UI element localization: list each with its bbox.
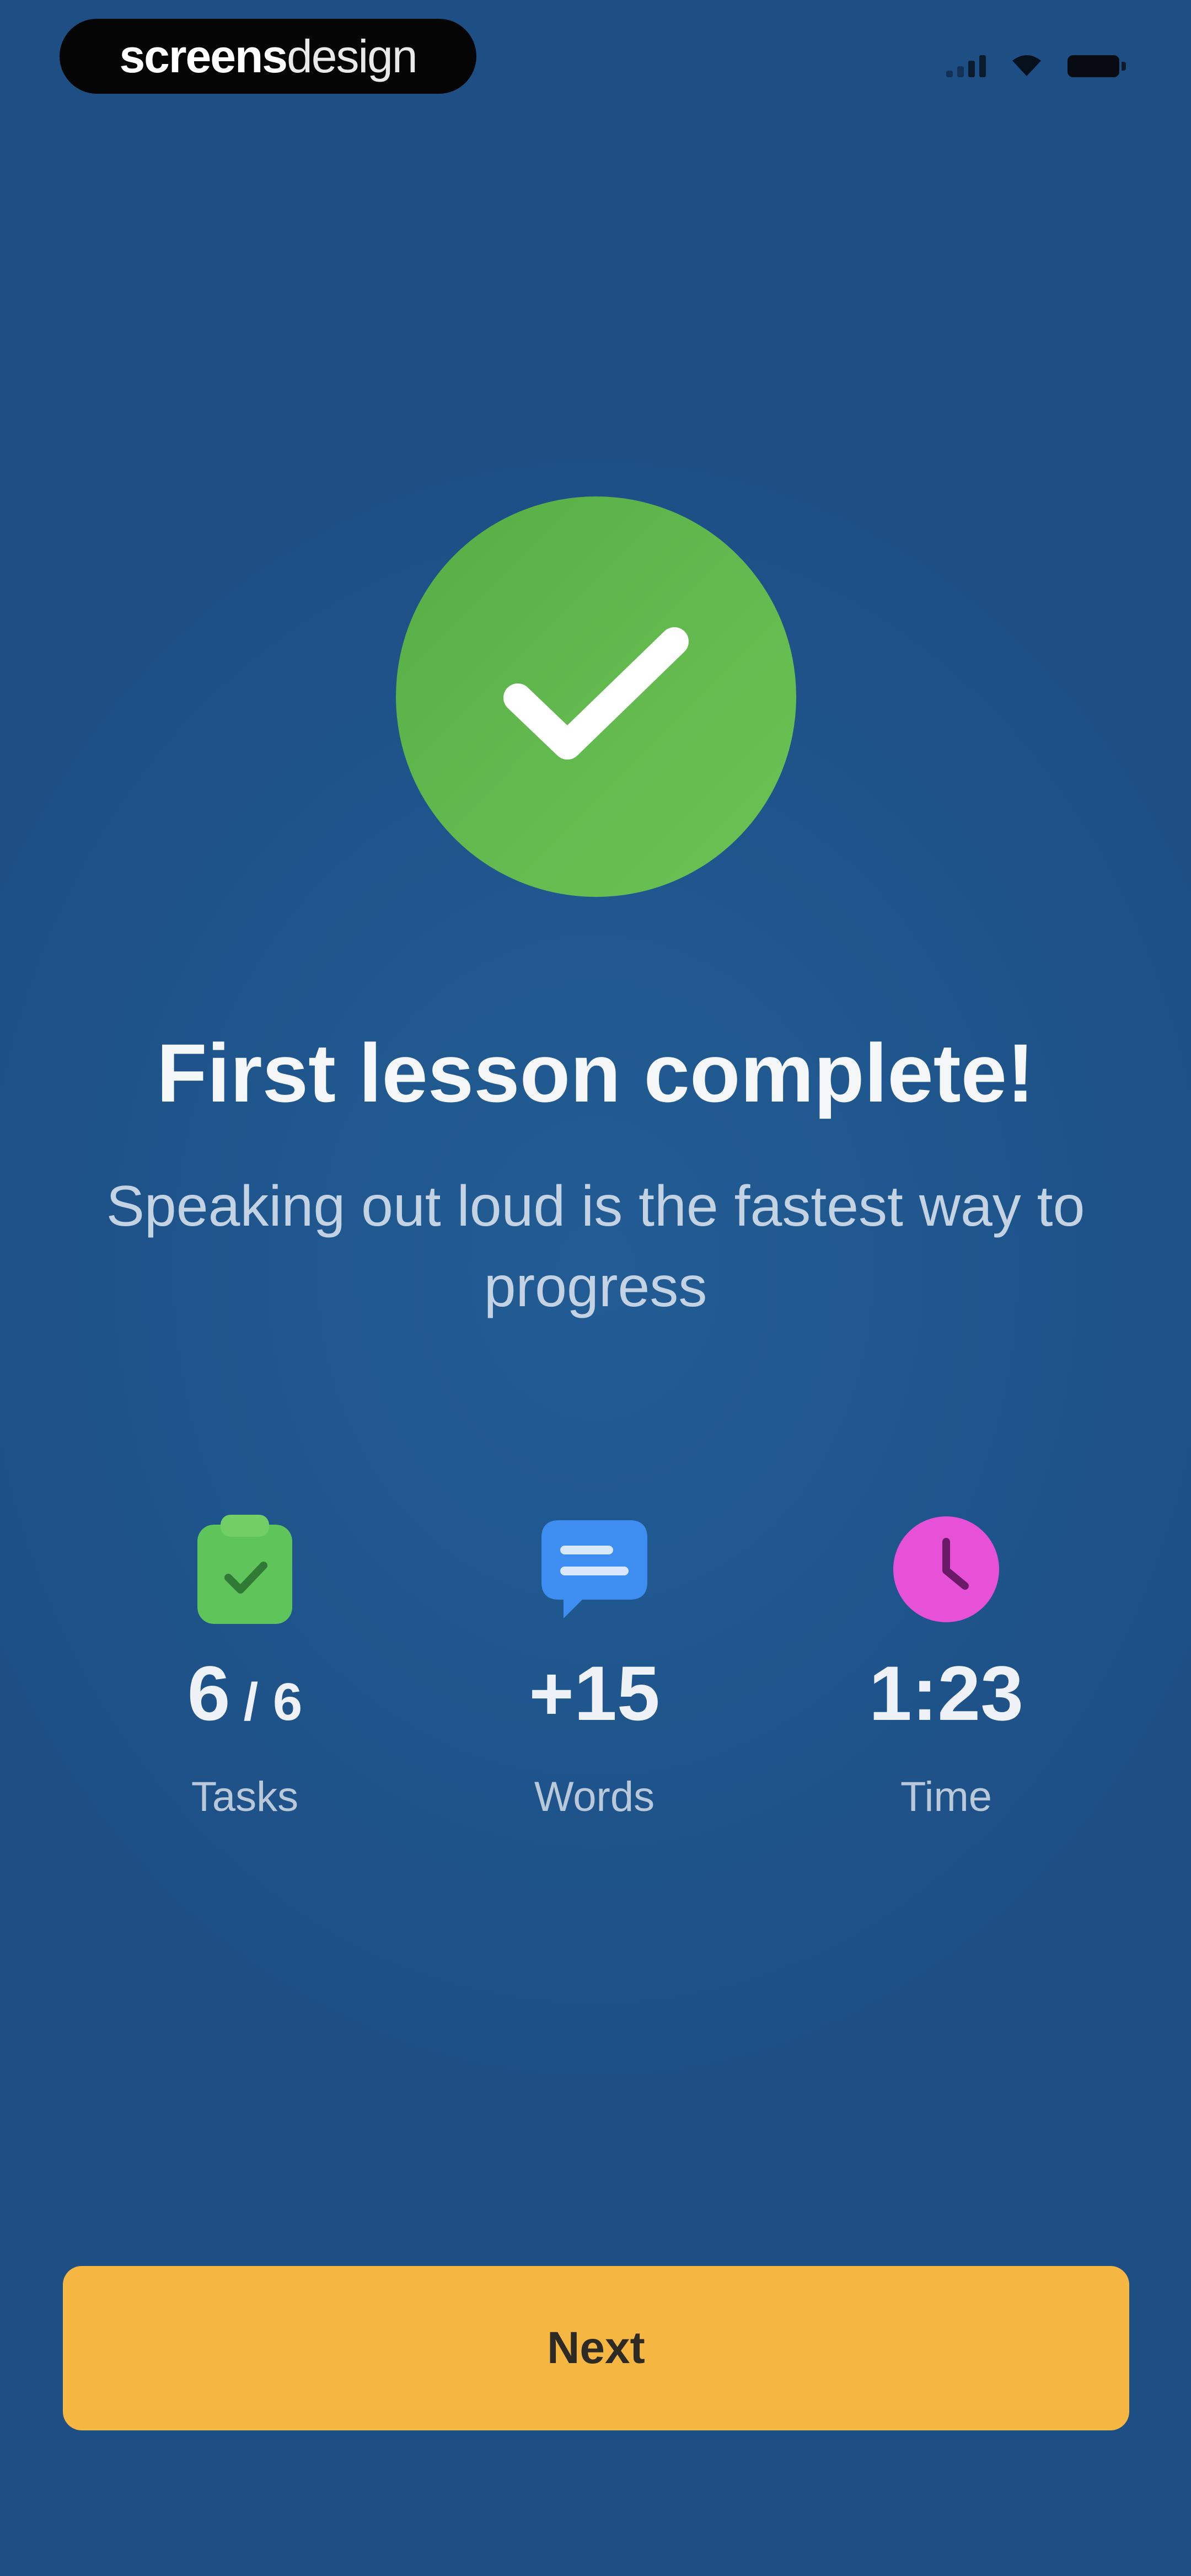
stat-words-value: +15	[529, 1650, 660, 1736]
cellular-signal-icon	[946, 54, 986, 77]
stat-time-value: 1:23	[868, 1650, 1024, 1736]
page-title: First lesson complete!	[156, 1027, 1035, 1119]
wifi-icon	[1012, 55, 1041, 76]
brand-logo-light: design	[287, 30, 418, 82]
stat-words: +15 Words	[451, 1511, 738, 1818]
page-subtitle: Speaking out loud is the fastest way to …	[106, 1174, 1085, 1319]
stat-words-label: Words	[534, 1773, 655, 1820]
stat-tasks-total: / 6	[243, 1672, 303, 1731]
stat-tasks: 6/ 6 Tasks	[101, 1511, 388, 1818]
stat-tasks-count: 6	[187, 1650, 230, 1736]
brand-logo-bold: screens	[119, 30, 288, 82]
checkmark-icon	[503, 627, 689, 760]
brand-logo: screens design	[60, 19, 476, 94]
clock-icon	[893, 1516, 999, 1622]
stat-time: 1:23 Time	[803, 1511, 1090, 1818]
clipboard-check-icon	[197, 1515, 292, 1624]
stat-tasks-value: 6/ 6	[101, 1655, 388, 1732]
next-button[interactable]: Next	[63, 2266, 1129, 2430]
battery-icon	[1067, 55, 1126, 77]
stat-tasks-label: Tasks	[191, 1773, 299, 1820]
lesson-complete-screen: screens design First lesson complete! Spe…	[0, 0, 1191, 2576]
status-bar-icons	[946, 53, 1126, 77]
chat-bubble-icon	[541, 1520, 647, 1618]
success-badge	[396, 496, 796, 897]
stat-time-label: Time	[900, 1773, 993, 1820]
